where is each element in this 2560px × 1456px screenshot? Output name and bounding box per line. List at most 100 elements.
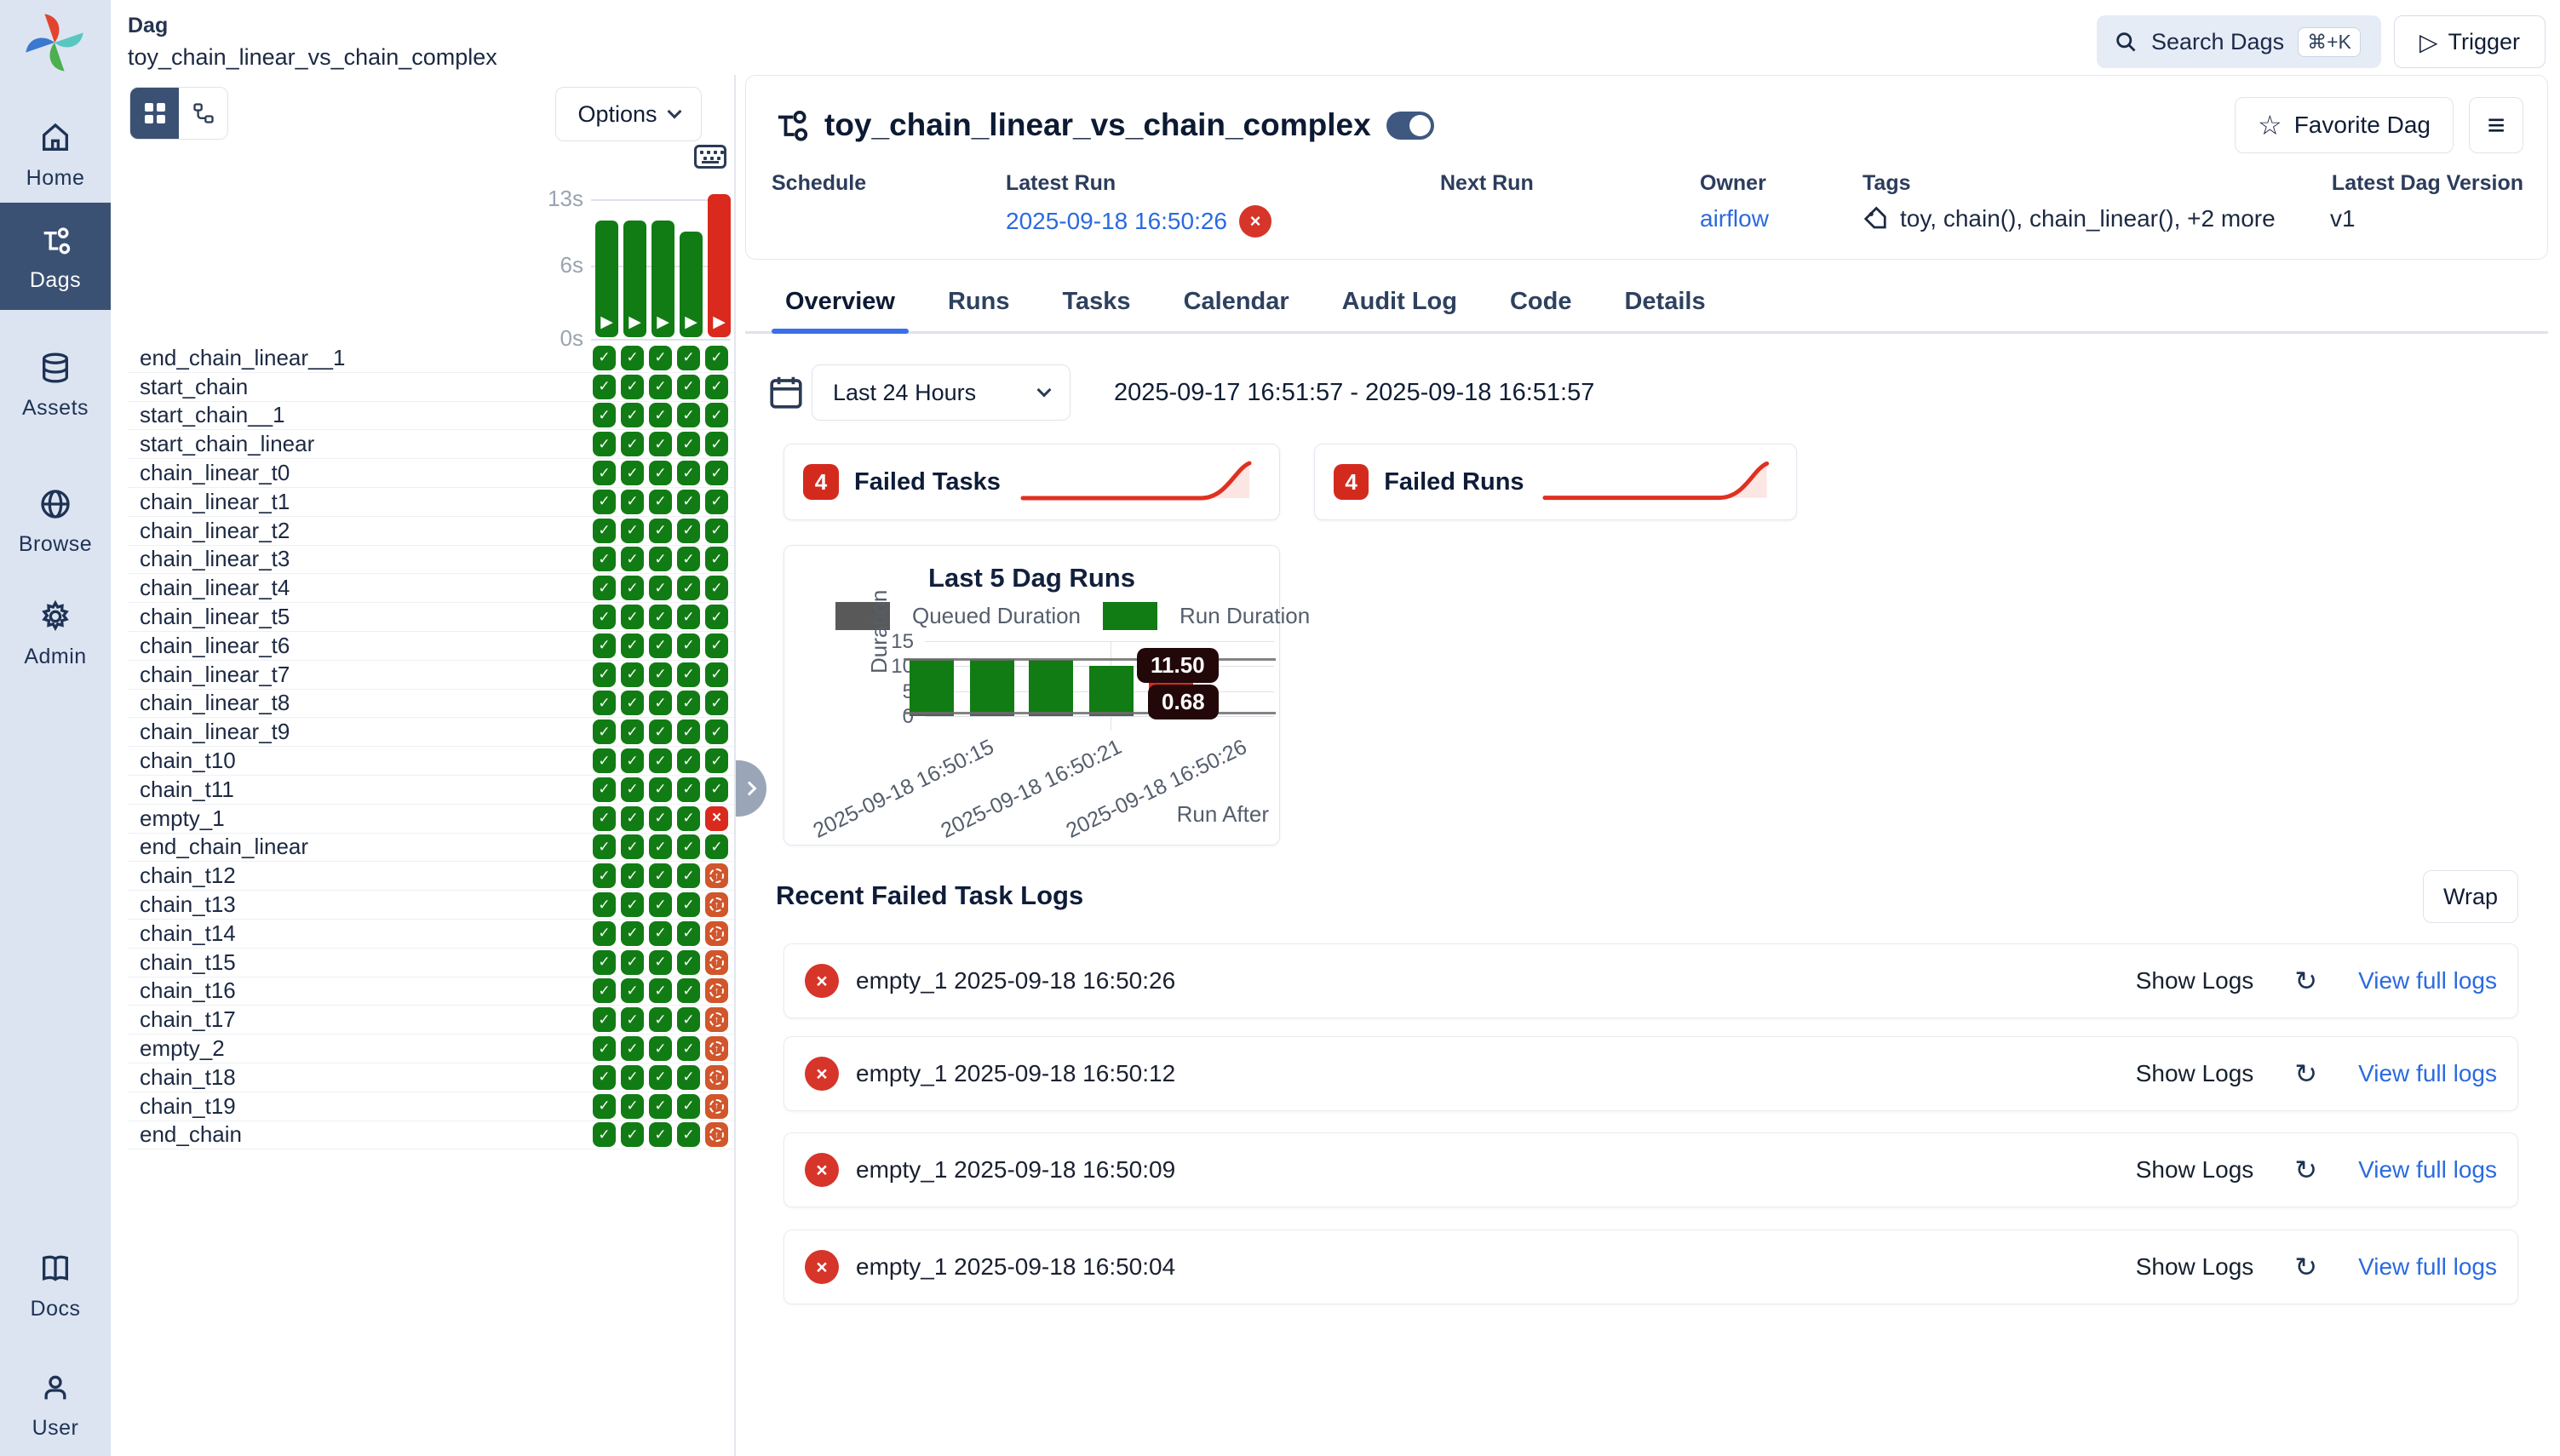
task-instance-success[interactable]: ✓ — [621, 662, 644, 687]
task-instance-success[interactable]: ✓ — [593, 1094, 616, 1119]
task-instance-success[interactable]: ✓ — [677, 403, 700, 427]
task-instance-success[interactable]: ✓ — [593, 346, 616, 370]
task-instance-success[interactable]: ✓ — [677, 461, 700, 485]
task-name[interactable]: chain_t10 — [128, 748, 593, 774]
task-instance-success[interactable]: ✓ — [593, 748, 616, 773]
task-row[interactable]: chain_t14✓✓✓✓↑ — [128, 920, 734, 949]
task-instance-success[interactable]: ✓ — [705, 748, 728, 773]
task-instance-upstream_failed[interactable]: ↑ — [705, 950, 728, 975]
task-instance-success[interactable]: ✓ — [649, 719, 672, 744]
task-instance-success[interactable]: ✓ — [677, 576, 700, 600]
task-row[interactable]: chain_t12✓✓✓✓↑ — [128, 862, 734, 891]
task-instance-success[interactable]: ✓ — [593, 950, 616, 975]
refresh-icon[interactable]: ↻ — [2294, 1251, 2317, 1283]
task-row[interactable]: chain_linear_t9✓✓✓✓✓ — [128, 718, 734, 747]
task-row[interactable]: chain_t11✓✓✓✓✓ — [128, 776, 734, 805]
task-instance-success[interactable]: ✓ — [677, 892, 700, 917]
task-instance-success[interactable]: ✓ — [621, 748, 644, 773]
wrap-button[interactable]: Wrap — [2423, 870, 2518, 923]
field-value-latest-run[interactable]: 2025-09-18 16:50:26× — [1006, 205, 1271, 238]
task-instance-success[interactable]: ✓ — [649, 1036, 672, 1061]
task-name[interactable]: end_chain_linear — [128, 834, 593, 860]
task-name[interactable]: chain_linear_t7 — [128, 662, 593, 688]
task-instance-success[interactable]: ✓ — [593, 547, 616, 571]
task-instance-success[interactable]: ✓ — [677, 519, 700, 543]
task-instance-upstream_failed[interactable]: ↑ — [705, 1122, 728, 1147]
task-row[interactable]: start_chain✓✓✓✓✓ — [128, 373, 734, 402]
task-name[interactable]: chain_t11 — [128, 777, 593, 803]
tab-audit-log[interactable]: Audit Log — [1340, 281, 1459, 331]
task-instance-success[interactable]: ✓ — [621, 950, 644, 975]
tab-details[interactable]: Details — [1622, 281, 1707, 331]
task-instance-success[interactable]: ✓ — [705, 777, 728, 802]
task-instance-success[interactable]: ✓ — [677, 863, 700, 888]
grid-view-button[interactable] — [130, 88, 179, 139]
sidebar-item-home[interactable]: Home — [0, 109, 111, 203]
task-instance-success[interactable]: ✓ — [649, 748, 672, 773]
task-instance-success[interactable]: ✓ — [593, 1036, 616, 1061]
tab-tasks[interactable]: Tasks — [1060, 281, 1132, 331]
field-value-owner[interactable]: airflow — [1700, 205, 1769, 232]
task-instance-success[interactable]: ✓ — [593, 921, 616, 946]
task-name[interactable]: chain_t16 — [128, 977, 593, 1004]
task-instance-upstream_failed[interactable]: ↑ — [705, 1036, 728, 1061]
task-instance-upstream_failed[interactable]: ↑ — [705, 1094, 728, 1119]
task-instance-success[interactable]: ✓ — [649, 1122, 672, 1147]
task-instance-success[interactable]: ✓ — [677, 1122, 700, 1147]
task-instance-success[interactable]: ✓ — [677, 605, 700, 629]
task-instance-success[interactable]: ✓ — [677, 1007, 700, 1032]
task-name[interactable]: start_chain__1 — [128, 402, 593, 428]
task-row[interactable]: empty_2✓✓✓✓↑ — [128, 1035, 734, 1063]
task-instance-success[interactable]: ✓ — [705, 547, 728, 571]
task-row[interactable]: chain_t13✓✓✓✓↑ — [128, 891, 734, 920]
task-instance-success[interactable]: ✓ — [593, 1122, 616, 1147]
task-instance-success[interactable]: ✓ — [677, 490, 700, 514]
sidebar-item-user[interactable]: User — [0, 1359, 111, 1453]
task-instance-upstream_failed[interactable]: ↑ — [705, 1007, 728, 1032]
task-name[interactable]: chain_linear_t1 — [128, 489, 593, 515]
task-instance-success[interactable]: ✓ — [677, 346, 700, 370]
task-instance-success[interactable]: ✓ — [705, 719, 728, 744]
task-instance-success[interactable]: ✓ — [593, 375, 616, 399]
task-row[interactable]: chain_linear_t0✓✓✓✓✓ — [128, 459, 734, 488]
task-instance-success[interactable]: ✓ — [621, 978, 644, 1003]
task-row[interactable]: chain_t17✓✓✓✓↑ — [128, 1006, 734, 1035]
task-name[interactable]: chain_linear_t2 — [128, 518, 593, 544]
task-instance-success[interactable]: ✓ — [649, 547, 672, 571]
run-duration-bar[interactable] — [910, 659, 954, 716]
task-instance-success[interactable]: ✓ — [649, 834, 672, 859]
task-instance-success[interactable]: ✓ — [677, 978, 700, 1003]
task-instance-success[interactable]: ✓ — [621, 346, 644, 370]
task-row[interactable]: start_chain_linear✓✓✓✓✓ — [128, 430, 734, 459]
task-instance-success[interactable]: ✓ — [649, 375, 672, 399]
run-duration-bar[interactable] — [970, 659, 1014, 716]
task-instance-success[interactable]: ✓ — [593, 662, 616, 687]
task-row[interactable]: chain_linear_t3✓✓✓✓✓ — [128, 546, 734, 575]
task-name[interactable]: empty_2 — [128, 1035, 593, 1062]
task-instance-success[interactable]: ✓ — [705, 519, 728, 543]
dag-run-bar-failed[interactable]: ▶ — [708, 194, 731, 337]
task-name[interactable]: chain_t18 — [128, 1064, 593, 1091]
show-logs-button[interactable]: Show Logs — [2136, 1060, 2254, 1087]
tab-overview[interactable]: Overview — [783, 281, 897, 331]
graph-view-button[interactable] — [179, 88, 227, 139]
task-instance-success[interactable]: ✓ — [621, 863, 644, 888]
task-instance-success[interactable]: ✓ — [593, 461, 616, 485]
task-instance-success[interactable]: ✓ — [621, 461, 644, 485]
dag-run-bar-success[interactable]: ▶ — [623, 221, 646, 337]
task-instance-success[interactable]: ✓ — [593, 1065, 616, 1090]
task-instance-success[interactable]: ✓ — [705, 346, 728, 370]
task-instance-success[interactable]: ✓ — [649, 403, 672, 427]
task-instance-success[interactable]: ✓ — [649, 1094, 672, 1119]
task-instance-success[interactable]: ✓ — [677, 691, 700, 715]
task-instance-failed[interactable]: × — [705, 806, 728, 831]
search-dags-button[interactable]: Search Dags ⌘+K — [2097, 15, 2381, 68]
task-instance-success[interactable]: ✓ — [621, 834, 644, 859]
task-instance-success[interactable]: ✓ — [677, 432, 700, 456]
task-row[interactable]: chain_t10✓✓✓✓✓ — [128, 747, 734, 776]
show-logs-button[interactable]: Show Logs — [2136, 967, 2254, 995]
task-name[interactable]: chain_t17 — [128, 1006, 593, 1033]
refresh-icon[interactable]: ↻ — [2294, 965, 2317, 997]
task-instance-success[interactable]: ✓ — [677, 921, 700, 946]
trigger-button[interactable]: ▷ Trigger — [2394, 15, 2546, 68]
